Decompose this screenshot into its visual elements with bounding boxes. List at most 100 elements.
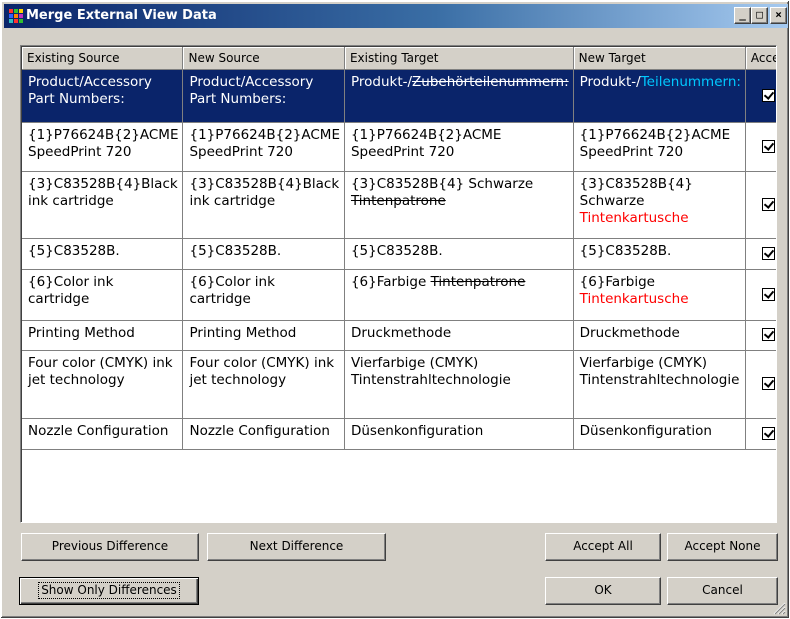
accept-checkbox[interactable] — [762, 287, 776, 301]
header-new-target[interactable]: New Target — [573, 47, 746, 70]
cell-accept — [745, 69, 776, 123]
cell-existing-source[interactable]: Nozzle Configuration — [22, 418, 184, 450]
deleted-text: Zubehörteilenummern: — [412, 73, 569, 90]
cell-existing-target[interactable]: Düsenkonfiguration — [344, 418, 574, 450]
cancel-button[interactable]: Cancel — [667, 577, 778, 605]
header-existing-target[interactable]: Existing Target — [344, 47, 574, 70]
title-bar[interactable]: Merge External View Data _ □ × — [4, 4, 788, 28]
cell-existing-source[interactable]: Product/Accessory Part Numbers: — [22, 69, 184, 123]
cell-new-target[interactable]: Vierfarbige (CMYK) Tintenstrahltechnolog… — [573, 350, 746, 419]
deleted-text: Tintenpatrone — [430, 273, 526, 290]
table-row[interactable]: {3}C83528B{4}Black ink cartridge {3}C835… — [22, 171, 776, 239]
target-text: {6}Farbige — [350, 273, 431, 290]
show-only-differences-label: Show Only Differences — [38, 582, 180, 599]
show-only-differences-button[interactable]: Show Only Differences — [19, 577, 199, 605]
target-text: {3}C83528B{4} Schwarze — [350, 175, 534, 192]
target-text: Düsenkonfiguration — [579, 422, 712, 439]
table-row[interactable]: Nozzle Configuration Nozzle Configuratio… — [22, 418, 776, 450]
cell-existing-target[interactable]: {5}C83528B. — [344, 238, 574, 270]
cell-new-source[interactable]: {3}C83528B{4}Black ink cartridge — [182, 171, 345, 239]
target-text: Produkt-/ — [350, 73, 413, 90]
table-row[interactable]: {1}P76624B{2}ACME SpeedPrint 720 {1}P766… — [22, 122, 776, 172]
cell-existing-target[interactable]: {6}Farbige Tintenpatrone — [344, 269, 574, 321]
accept-checkbox[interactable] — [762, 88, 776, 102]
cell-new-target[interactable]: {5}C83528B. — [573, 238, 746, 270]
minimize-icon: _ — [739, 8, 746, 21]
table-row[interactable]: {6}Color ink cartridge {6}Color ink cart… — [22, 269, 776, 321]
cell-accept — [745, 350, 776, 419]
header-accept[interactable]: Accept — [745, 47, 776, 70]
previous-difference-button[interactable]: Previous Difference — [21, 533, 199, 561]
cell-new-target[interactable]: {3}C83528B{4} Schwarze Tintenkartusche — [573, 171, 746, 239]
cell-new-source[interactable]: Four color (CMYK) ink jet technology — [182, 350, 345, 419]
target-text: Produkt-/ — [579, 73, 641, 90]
target-text: Vierfarbige (CMYK) Tintenstrahltechnolog… — [350, 354, 511, 388]
cell-accept — [745, 418, 776, 450]
target-text: {1}P76624B{2}ACME SpeedPrint 720 — [350, 126, 502, 160]
cell-existing-target[interactable]: Druckmethode — [344, 320, 574, 351]
cell-new-target[interactable]: Düsenkonfiguration — [573, 418, 746, 450]
cell-accept — [745, 171, 776, 239]
accept-checkbox[interactable] — [762, 426, 776, 440]
target-text: Druckmethode — [350, 324, 452, 341]
inserted-text: Tintenkartusche — [579, 290, 689, 307]
accept-none-button[interactable]: Accept None — [667, 533, 778, 561]
merge-table: Existing Source New Source Existing Targ… — [22, 47, 776, 450]
cell-new-target[interactable]: {1}P76624B{2}ACME SpeedPrint 720 — [573, 122, 746, 172]
cell-existing-target[interactable]: {1}P76624B{2}ACME SpeedPrint 720 — [344, 122, 574, 172]
table-row[interactable]: Printing Method Printing Method Druckmet… — [22, 320, 776, 351]
cell-new-target[interactable]: {6}Farbige Tintenkartusche — [573, 269, 746, 321]
window-title: Merge External View Data — [26, 8, 217, 23]
maximize-button[interactable]: □ — [751, 7, 768, 24]
app-icon — [9, 9, 23, 23]
target-text: Druckmethode — [579, 324, 680, 341]
cell-new-source[interactable]: Printing Method — [182, 320, 345, 351]
accept-all-button[interactable]: Accept All — [545, 533, 661, 561]
accept-checkbox[interactable] — [762, 377, 776, 390]
ok-button[interactable]: OK — [545, 577, 661, 605]
inserted-text: Teilenummern: — [640, 73, 741, 90]
next-difference-button[interactable]: Next Difference — [207, 533, 386, 561]
cell-existing-source[interactable]: {5}C83528B. — [22, 238, 184, 270]
cell-new-source[interactable]: {1}P76624B{2}ACME SpeedPrint 720 — [182, 122, 345, 172]
merge-dialog: Merge External View Data _ □ × Existing … — [0, 0, 790, 619]
close-button[interactable]: × — [770, 7, 787, 24]
accept-checkbox[interactable] — [762, 246, 776, 260]
target-text: Vierfarbige (CMYK) Tintenstrahltechnolog… — [579, 354, 740, 388]
cell-new-source[interactable]: {6}Color ink cartridge — [182, 269, 345, 321]
cell-new-source[interactable]: Product/Accessory Part Numbers: — [182, 69, 345, 123]
merge-grid[interactable]: Existing Source New Source Existing Targ… — [20, 45, 777, 523]
table-row[interactable]: Product/Accessory Part Numbers: Product/… — [22, 69, 776, 123]
cell-new-source[interactable]: Nozzle Configuration — [182, 418, 345, 450]
cell-existing-source[interactable]: Four color (CMYK) ink jet technology — [22, 350, 184, 419]
cell-existing-source[interactable]: {1}P76624B{2}ACME SpeedPrint 720 — [22, 122, 184, 172]
accept-checkbox[interactable] — [762, 197, 776, 211]
target-text: {5}C83528B. — [579, 242, 672, 259]
target-text: {3}C83528B{4} Schwarze — [579, 175, 693, 209]
header-new-source[interactable]: New Source — [182, 47, 345, 70]
header-row: Existing Source New Source Existing Targ… — [22, 47, 776, 70]
target-text: {6}Farbige — [579, 273, 655, 290]
header-existing-source[interactable]: Existing Source — [22, 47, 184, 70]
target-text: {1}P76624B{2}ACME SpeedPrint 720 — [579, 126, 731, 160]
cell-new-target[interactable]: Produkt-/Teilenummern: — [573, 69, 746, 123]
resize-grip-icon[interactable] — [773, 602, 786, 615]
cell-existing-source[interactable]: {3}C83528B{4}Black ink cartridge — [22, 171, 184, 239]
cell-accept — [745, 269, 776, 321]
cell-existing-target[interactable]: Vierfarbige (CMYK) Tintenstrahltechnolog… — [344, 350, 574, 419]
cell-existing-target[interactable]: {3}C83528B{4} Schwarze Tintenpatrone — [344, 171, 574, 239]
cell-new-source[interactable]: {5}C83528B. — [182, 238, 345, 270]
cell-existing-source[interactable]: {6}Color ink cartridge — [22, 269, 184, 321]
close-icon: × — [775, 8, 782, 21]
deleted-text: Tintenpatrone — [350, 192, 446, 209]
cell-existing-source[interactable]: Printing Method — [22, 320, 184, 351]
table-row[interactable]: {5}C83528B. {5}C83528B. {5}C83528B. {5}C… — [22, 238, 776, 270]
minimize-button[interactable]: _ — [734, 7, 751, 24]
cell-new-target[interactable]: Druckmethode — [573, 320, 746, 351]
cell-existing-target[interactable]: Produkt-/Zubehörteilenummern: — [344, 69, 574, 123]
inserted-text: Tintenkartusche — [579, 209, 689, 226]
table-row[interactable]: Four color (CMYK) ink jet technology Fou… — [22, 350, 776, 419]
cell-accept — [745, 122, 776, 172]
accept-checkbox[interactable] — [762, 328, 776, 341]
accept-checkbox[interactable] — [762, 139, 776, 153]
